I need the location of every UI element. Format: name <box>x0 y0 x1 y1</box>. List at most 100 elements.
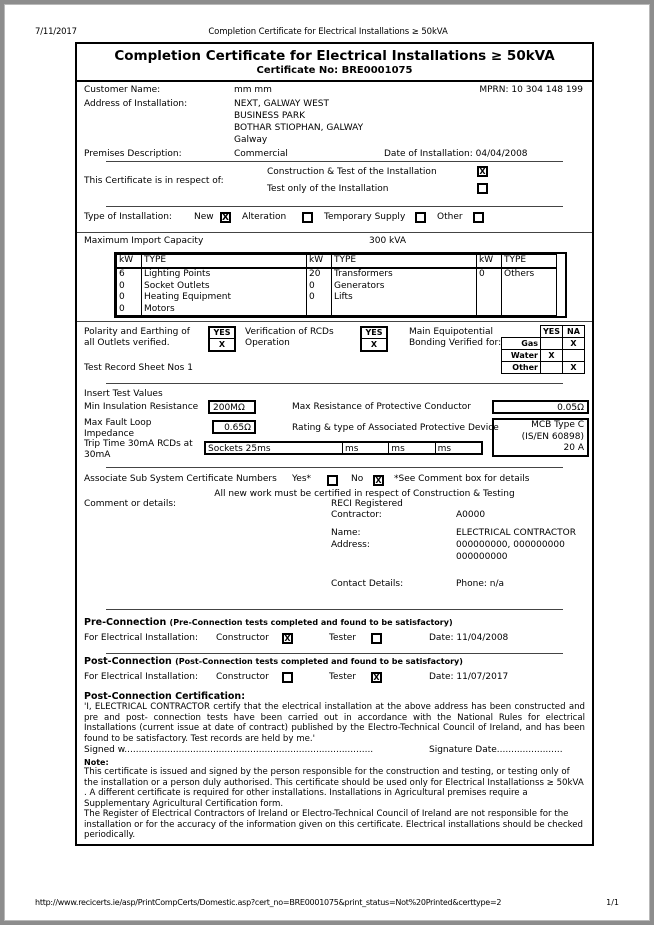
kw-value: 20 <box>309 269 321 279</box>
polarity-section: Polarity and Earthing of all Outlets ver… <box>77 322 592 389</box>
type-header-1: TYPE <box>141 254 307 269</box>
type-value: Lifts <box>334 292 353 303</box>
protective-device-box[interactable]: MCB Type C (IS/EN 60898) 20 A <box>492 418 589 457</box>
mprn-value: MPRN: 10 304 148 199 <box>479 85 583 95</box>
post-constructor-checkbox[interactable] <box>282 672 293 684</box>
bonding-water-yes[interactable]: X <box>540 349 563 363</box>
max-resistance-value[interactable]: 0.05Ω <box>492 400 589 415</box>
bonding-name-gas: Gas <box>501 337 541 351</box>
insert-test-values-heading: Insert Test Values <box>84 389 163 400</box>
respect-of-label: This Certificate is in respect of: <box>84 176 224 186</box>
max-fault-loop-value[interactable]: 0.65Ω <box>212 420 256 435</box>
trip-cell-3[interactable]: ms <box>389 443 436 454</box>
min-insulation-value[interactable]: 200MΩ <box>208 400 256 415</box>
bonding-header-yes: YES <box>540 325 563 339</box>
type-new-checkbox[interactable]: X <box>220 212 231 223</box>
trip-cell-1[interactable]: Sockets 25ms <box>206 443 343 454</box>
bonding-table: YES NA Gas X Water X Other X <box>501 325 585 375</box>
kw-value: 0 <box>309 280 315 291</box>
trip-cell-2[interactable]: ms <box>343 443 390 454</box>
test-record-sheet: Test Record Sheet Nos 1 <box>84 363 193 374</box>
customer-section: Customer Name: mm mm MPRN: 10 304 148 19… <box>77 82 592 232</box>
address-line-2: BUSINESS PARK <box>234 111 305 121</box>
type-col-2: Transformers Generators Lifts <box>331 267 477 317</box>
polarity-yes-value: X <box>218 340 226 350</box>
certification-body: 'I, ELECTRICAL CONTRACTOR certify that t… <box>84 702 585 744</box>
print-footer-page-number: 1/1 <box>606 898 619 907</box>
kw-value: 0 <box>309 292 315 303</box>
sub-system-section: Associate Sub System Certificate Numbers… <box>77 473 592 615</box>
type-of-installation-label: Type of Installation: <box>84 212 172 222</box>
pre-for-label: For Electrical Installation: <box>84 633 199 644</box>
respect-option-test-only-checkbox[interactable] <box>477 183 488 194</box>
respect-option-test-only-label: Test only of the Installation <box>267 184 389 194</box>
sub-system-no-checkbox[interactable]: X <box>373 475 384 487</box>
address-line-4: Galway <box>234 135 268 145</box>
contact-details-value: Phone: n/a <box>456 579 505 590</box>
pre-constructor-checkbox[interactable]: X <box>282 633 293 645</box>
type-alteration-checkbox[interactable] <box>302 212 313 223</box>
bonding-other-yes[interactable] <box>540 361 563 375</box>
polarity-yes-header: YES <box>210 328 234 340</box>
kw-header-3: kW <box>476 254 502 269</box>
premises-label: Premises Description: <box>84 149 182 159</box>
sub-system-yes-checkbox[interactable] <box>327 475 338 487</box>
certificate-number: Certificate No: BRE0001075 <box>256 65 413 76</box>
mcb-line3: 20 A <box>563 443 584 454</box>
bonding-header-na: NA <box>562 325 585 339</box>
post-connection-heading-note: (Post-Connection tests completed and fou… <box>175 657 463 667</box>
kw-value: 0 <box>479 269 485 279</box>
pre-tester-checkbox[interactable] <box>371 633 382 645</box>
respect-option-construction-checkbox[interactable]: X <box>477 166 488 177</box>
bonding-water-na[interactable] <box>562 349 585 363</box>
contractor-name-value: ELECTRICAL CONTRACTOR <box>456 528 576 539</box>
type-temporary-checkbox[interactable] <box>415 212 426 223</box>
rating-type-label: Rating & type of Associated Protective D… <box>292 423 499 434</box>
kw-col-1: 6 0 0 0 <box>116 267 142 317</box>
certificate-container: Completion Certificate for Electrical In… <box>75 42 594 846</box>
sub-system-no-label: No <box>351 474 364 485</box>
mcb-line2: (IS/EN 60898) <box>521 431 584 442</box>
kw-value: 0 <box>119 303 125 314</box>
type-value: Heating Equipment <box>144 292 231 303</box>
trip-time-label-line2: 30mA <box>84 450 111 461</box>
type-other-checkbox[interactable] <box>473 212 484 223</box>
bonding-other-na[interactable]: X <box>562 361 585 375</box>
bonding-gas-yes[interactable] <box>540 337 563 351</box>
divider <box>106 206 563 207</box>
premises-value: Commercial <box>234 149 288 159</box>
post-tester-checkbox[interactable]: X <box>371 672 382 684</box>
type-temporary-label: Temporary Supply <box>324 212 406 222</box>
bonding-gas-na[interactable]: X <box>562 337 585 351</box>
post-constructor-label: Constructor <box>216 672 269 683</box>
respect-option-construction-label: Construction & Test of the Installation <box>267 167 437 177</box>
date-of-installation: Date of Installation: 04/04/2008 <box>384 149 528 159</box>
kw-header-1: kW <box>116 254 142 269</box>
rcd-yes-box[interactable]: YES X <box>360 326 388 353</box>
pre-tester-label: Tester <box>329 633 356 644</box>
rcd-label-line1: Verification of RCDs <box>245 327 334 338</box>
polarity-yes-box[interactable]: YES X <box>208 326 236 353</box>
type-alteration-label: Alteration <box>242 212 287 222</box>
rcd-yes-value: X <box>370 340 378 350</box>
bonding-label-line1: Main Equipotential <box>409 327 493 338</box>
max-resistance-label: Max Resistance of Protective Conductor <box>292 402 472 413</box>
bonding-row-gas: Gas X <box>501 337 585 351</box>
trip-cell-4[interactable]: ms <box>436 443 481 454</box>
bonding-row-water: Water X <box>501 349 585 363</box>
type-value: Motors <box>144 303 175 314</box>
type-value: Generators <box>334 280 385 291</box>
comment-label: Comment or details: <box>84 499 177 510</box>
bonding-name-water: Water <box>501 349 541 363</box>
respect-of-section: This Certificate is in respect of: Const… <box>84 164 585 204</box>
reci-label-line1: RECI Registered <box>331 499 403 510</box>
kw-value: 0 <box>119 280 125 291</box>
contractor-address-line1: 000000000, 000000000 <box>456 540 565 551</box>
polarity-label-line2: all Outlets verified. <box>84 338 170 349</box>
max-import-section: Maximum Import Capacity 300 kVA kW TYPE … <box>77 233 592 321</box>
pre-connection-heading-note: (Pre-Connection tests completed and foun… <box>169 618 453 628</box>
post-tester-label: Tester <box>329 672 356 683</box>
sub-system-yes-label: Yes* <box>292 474 312 485</box>
kw-value: 0 <box>119 292 125 303</box>
contractor-name-label: Name: <box>331 528 361 539</box>
